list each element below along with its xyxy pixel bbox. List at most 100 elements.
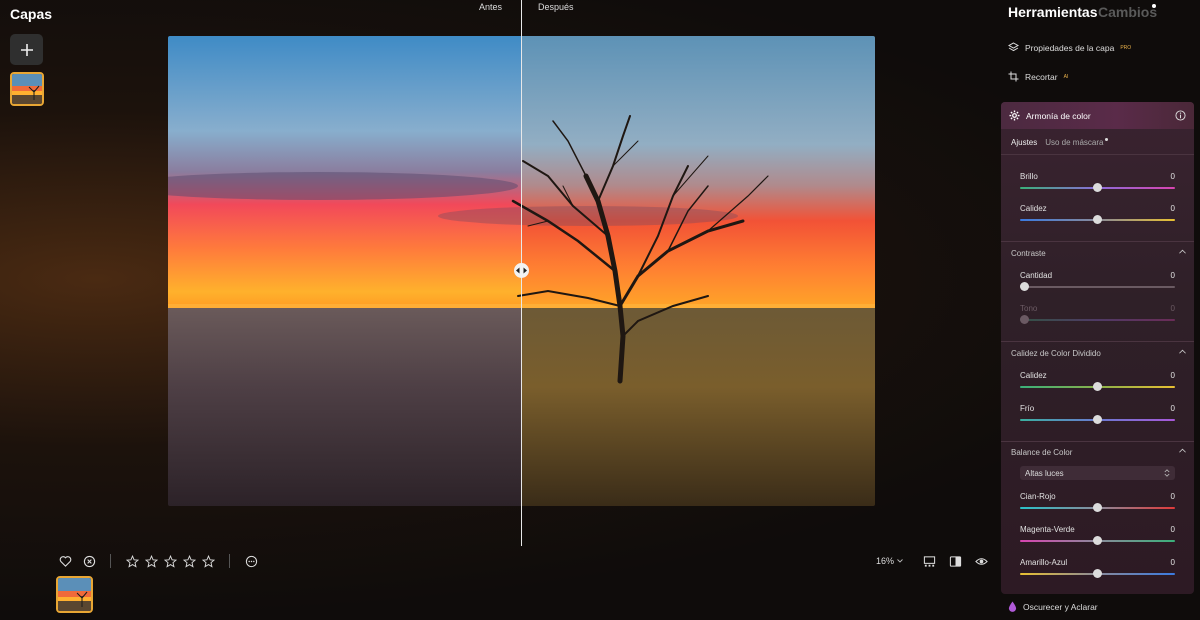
- tone-range-select[interactable]: Altas luces: [1020, 466, 1175, 480]
- warmth-knob[interactable]: [1093, 215, 1102, 224]
- crop-item[interactable]: Recortar AI: [1008, 71, 1068, 82]
- compare-split-handle[interactable]: [514, 263, 529, 278]
- contrast-amount-value: 0: [1170, 271, 1175, 280]
- brightness-knob[interactable]: [1093, 183, 1102, 192]
- star-icon: [125, 554, 139, 568]
- crop-icon: [1008, 71, 1019, 82]
- contrast-amount-knob[interactable]: [1020, 282, 1029, 291]
- yellow-blue-label: Amarillo-Azul: [1020, 558, 1068, 567]
- contrast-tone-label: Tono: [1020, 304, 1038, 313]
- cyan-red-label: Cian-Rojo: [1020, 492, 1056, 501]
- divider: [1001, 341, 1194, 342]
- contrast-section-header[interactable]: Contraste: [1011, 249, 1186, 258]
- zoom-value: 16%: [876, 556, 895, 566]
- pro-badge: PRO: [1120, 44, 1132, 51]
- filmstrip-icon: [923, 555, 935, 567]
- more-options-button[interactable]: [244, 554, 258, 568]
- magenta-green-knob[interactable]: [1093, 536, 1102, 545]
- layer-thumbnail[interactable]: [10, 72, 44, 106]
- contrast-title: Contraste: [1011, 249, 1046, 258]
- divider: [1001, 441, 1194, 442]
- cyan-red-value: 0: [1170, 492, 1175, 501]
- split-cold-knob[interactable]: [1093, 415, 1102, 424]
- tab-adjustments[interactable]: Ajustes: [1011, 138, 1037, 147]
- magenta-green-value: 0: [1170, 525, 1175, 534]
- color-harmony-panel: Armonía de color Ajustes Uso de máscara …: [1001, 102, 1194, 594]
- star-icon: [182, 554, 196, 568]
- bottom-toolbar-right: [922, 554, 988, 568]
- updown-chevron-icon: [1164, 469, 1170, 477]
- chevron-up-icon: [1179, 349, 1186, 354]
- yellow-blue-value: 0: [1170, 558, 1175, 567]
- star-1-button[interactable]: [125, 554, 139, 568]
- chevron-down-icon: [897, 559, 903, 563]
- color-harmony-header[interactable]: Armonía de color: [1001, 102, 1194, 129]
- contrast-amount-track: [1020, 286, 1175, 288]
- contrast-amount-label: Cantidad: [1020, 271, 1053, 280]
- preview-toggle-button[interactable]: [974, 554, 988, 568]
- warmth-label: Calidez: [1020, 204, 1047, 213]
- star-rating: [125, 554, 215, 568]
- layer-properties-label: Propiedades de la capa: [1025, 42, 1115, 53]
- drag-arrows-icon: [516, 267, 527, 274]
- after-label: Después: [538, 2, 574, 12]
- split-toning-title: Calidez de Color Dividido: [1011, 349, 1101, 358]
- star-5-button[interactable]: [201, 554, 215, 568]
- split-warmth-label: Calidez: [1020, 371, 1047, 380]
- before-label: Antes: [479, 2, 503, 12]
- contrast-tone-value: 0: [1170, 304, 1175, 313]
- split-warmth-knob[interactable]: [1093, 382, 1102, 391]
- split-toning-section-header[interactable]: Calidez de Color Dividido: [1011, 349, 1186, 358]
- brightness-value: 0: [1170, 172, 1175, 181]
- star-4-button[interactable]: [182, 554, 196, 568]
- contrast-tone-knob: [1020, 315, 1029, 324]
- compare-toggle-button[interactable]: [948, 554, 962, 568]
- star-3-button[interactable]: [163, 554, 177, 568]
- color-balance-section-header[interactable]: Balance de Color: [1011, 448, 1186, 457]
- eye-icon: [974, 557, 988, 565]
- cyan-red-knob[interactable]: [1093, 503, 1102, 512]
- color-balance-title: Balance de Color: [1011, 448, 1073, 457]
- tone-range-value: Altas luces: [1025, 468, 1064, 478]
- toolbar-separator: [229, 554, 230, 568]
- changes-indicator-dot: [1152, 4, 1156, 8]
- toolbar-separator: [110, 554, 111, 568]
- layers-title: Capas: [10, 6, 53, 22]
- tools-tab[interactable]: Herramientas: [1008, 4, 1098, 20]
- filmstrip-toggle-button[interactable]: [922, 554, 936, 568]
- color-harmony-title: Armonía de color: [1026, 110, 1091, 121]
- reject-button[interactable]: [82, 554, 96, 568]
- layer-thumbnail-image: [12, 74, 42, 104]
- split-cold-value: 0: [1170, 404, 1175, 413]
- split-cold-label: Frío: [1020, 404, 1035, 413]
- star-2-button[interactable]: [144, 554, 158, 568]
- plus-icon: [20, 43, 33, 56]
- tab-masking[interactable]: Uso de máscara: [1045, 138, 1109, 147]
- warmth-value: 0: [1170, 204, 1175, 213]
- chevron-up-icon: [1179, 249, 1186, 254]
- ai-badge: AI: [1063, 73, 1069, 80]
- brightness-label: Brillo: [1020, 172, 1038, 181]
- dodge-burn-label: Oscurecer y Aclarar: [1023, 601, 1098, 612]
- split-warmth-value: 0: [1170, 371, 1175, 380]
- add-layer-button[interactable]: [10, 34, 43, 65]
- compare-icon: [949, 555, 961, 567]
- gear-icon: [1009, 110, 1020, 121]
- dodge-burn-item[interactable]: Oscurecer y Aclarar: [1008, 601, 1098, 612]
- divider: [1001, 154, 1194, 155]
- info-icon[interactable]: [1175, 110, 1186, 121]
- masking-indicator-dot: [1105, 138, 1109, 141]
- magenta-green-label: Magenta-Verde: [1020, 525, 1075, 534]
- filmstrip-thumbnail-image: [58, 578, 91, 611]
- changes-tab[interactable]: Cambios: [1098, 4, 1157, 20]
- favorite-heart-button[interactable]: [58, 554, 72, 568]
- yellow-blue-knob[interactable]: [1093, 569, 1102, 578]
- divider: [1001, 241, 1194, 242]
- star-icon: [144, 554, 158, 568]
- heart-icon: [59, 555, 71, 567]
- layer-properties-item[interactable]: Propiedades de la capa PRO: [1008, 42, 1131, 53]
- crop-label: Recortar: [1025, 71, 1058, 82]
- zoom-dropdown[interactable]: 16%: [876, 556, 903, 566]
- color-harmony-tabs: Ajustes Uso de máscara: [1011, 138, 1109, 147]
- filmstrip-thumbnail[interactable]: [56, 576, 93, 613]
